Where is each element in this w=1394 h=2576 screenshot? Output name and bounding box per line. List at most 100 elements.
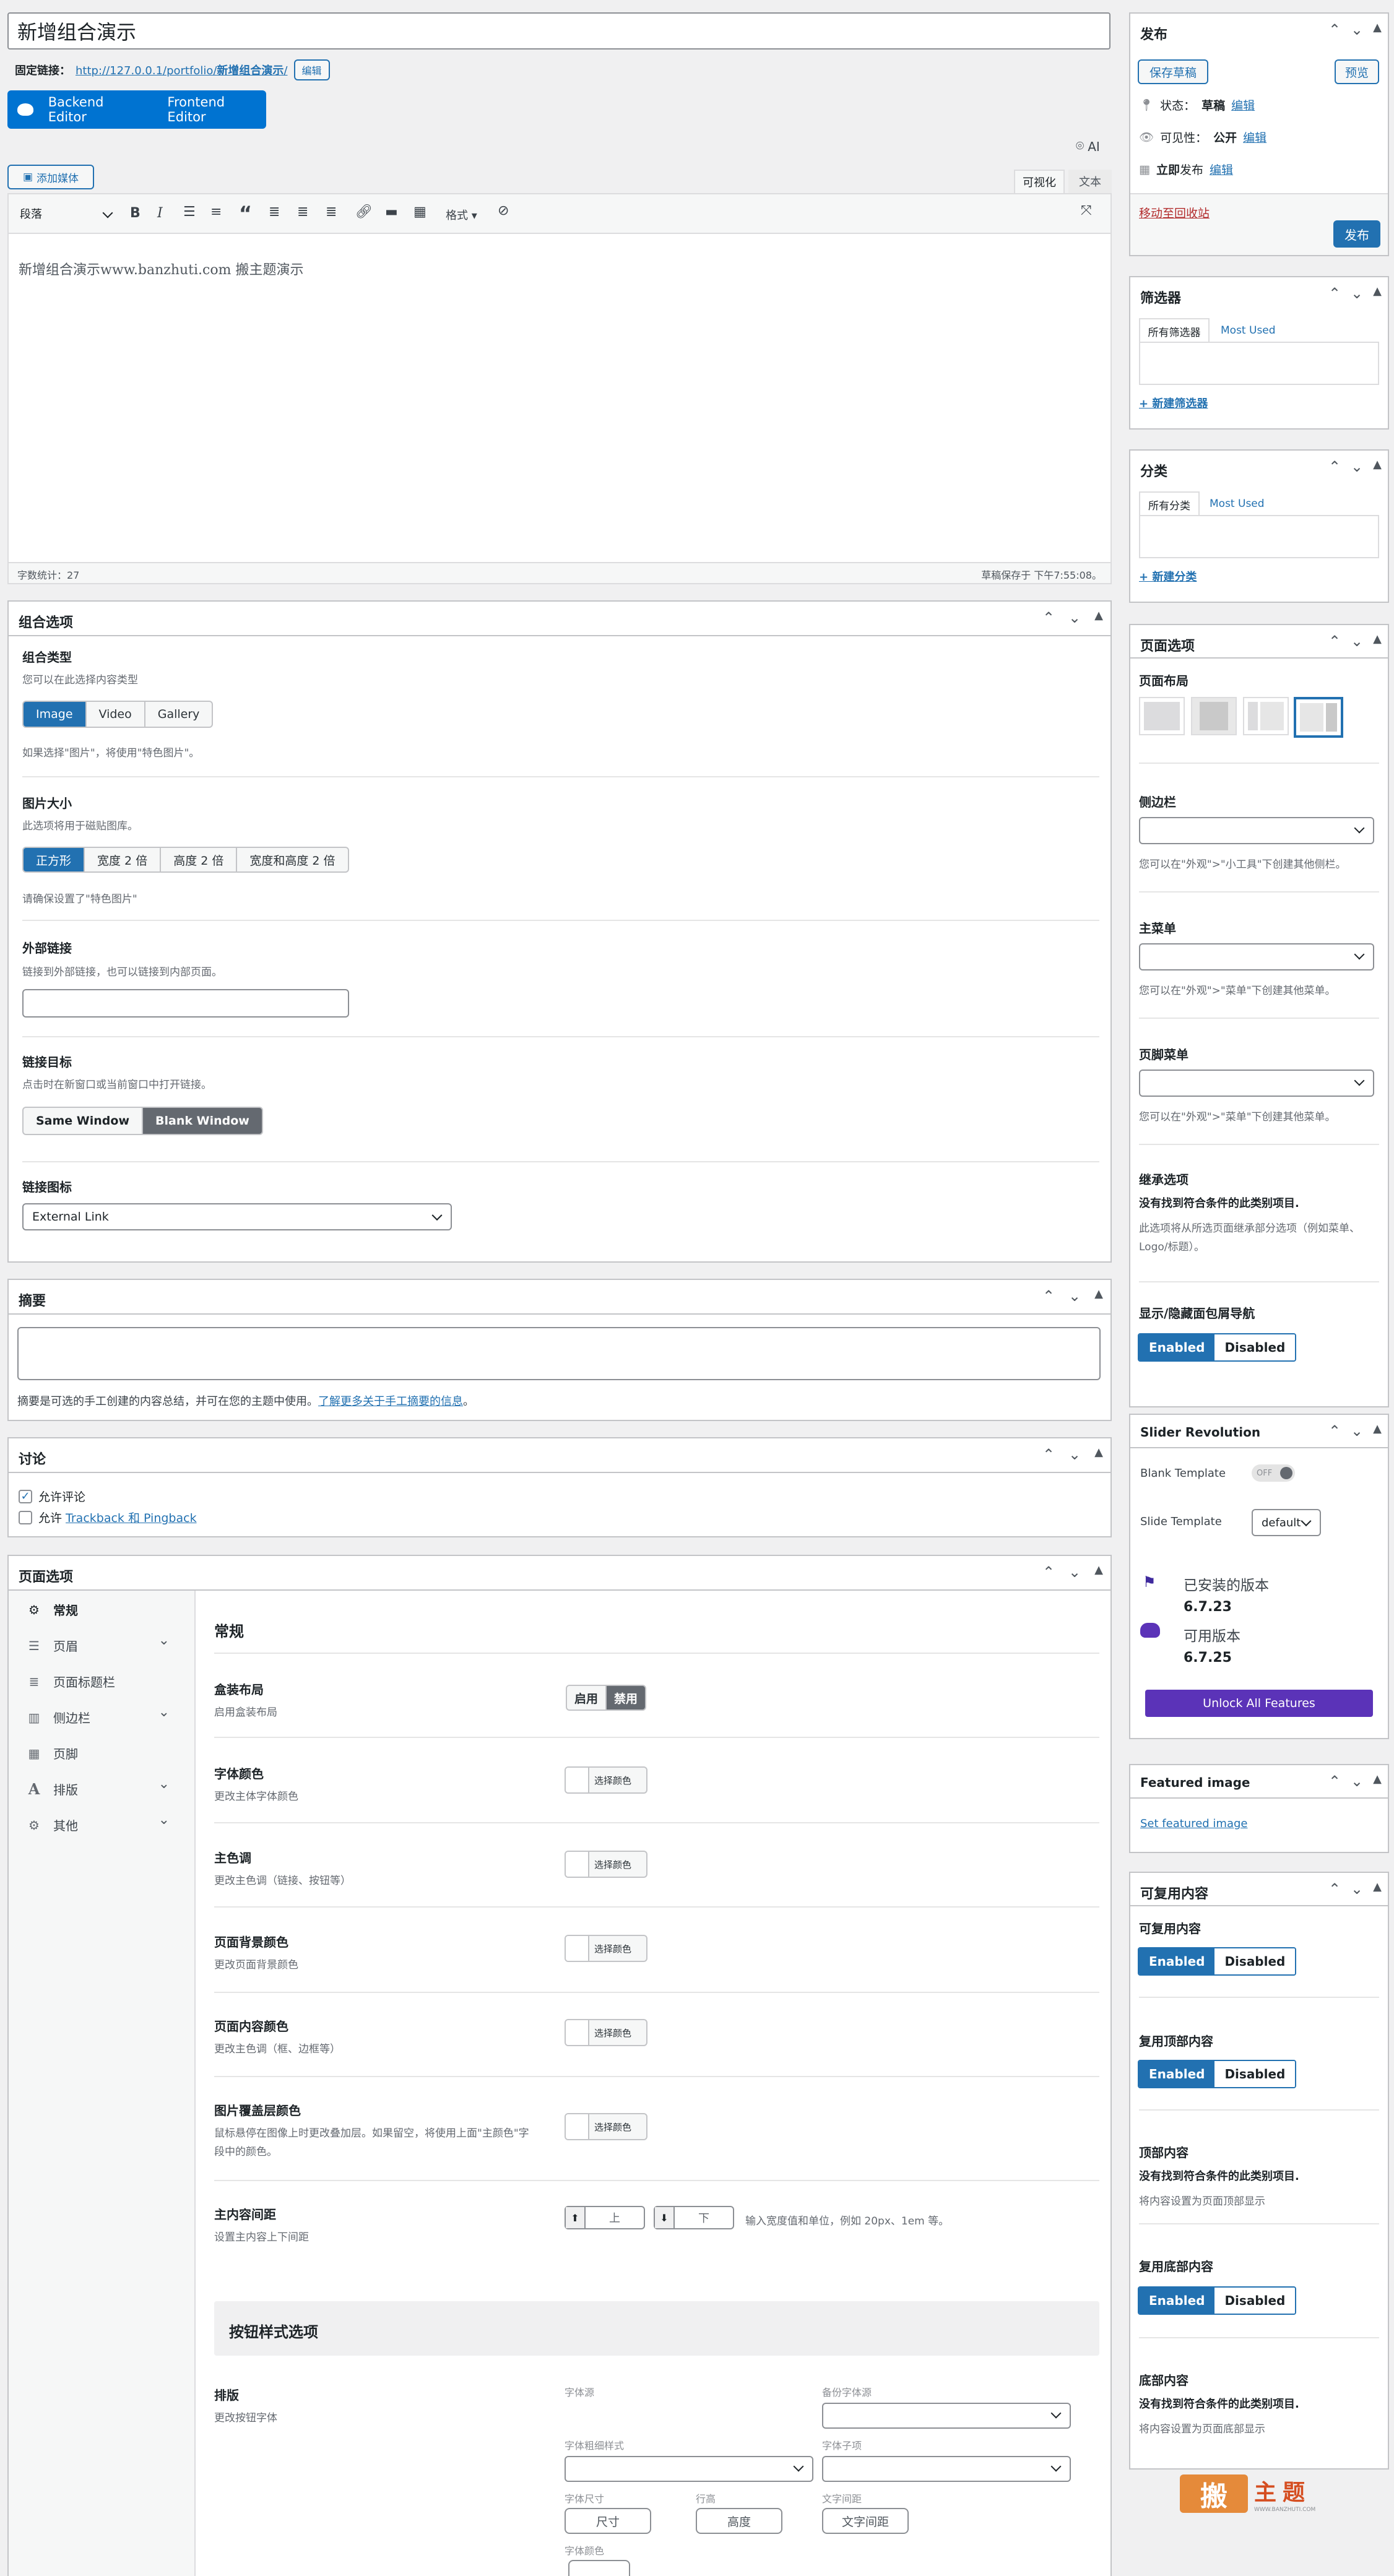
move-down-icon[interactable]: ⌄ (1351, 1880, 1363, 1898)
move-up-icon[interactable]: ⌃ (1328, 21, 1341, 38)
panel-controls[interactable]: ⌃ ⌄ ▲ (1328, 1880, 1382, 1898)
panel-controls[interactable]: ⌃ ⌄ ▲ (1042, 1563, 1103, 1581)
nav-item-0[interactable]: ⚙ 常规 (26, 1601, 188, 1619)
trash-link[interactable]: 移动至回收站 (1139, 204, 1210, 221)
nav-item-4[interactable]: ▦ 页脚 (26, 1744, 188, 1762)
collapse-icon[interactable]: ▲ (1373, 458, 1382, 475)
allow-comments-row[interactable]: ✓ 允许评论 (19, 1488, 85, 1505)
panel-controls[interactable]: ⌃ ⌄ ▲ (1042, 1287, 1103, 1305)
move-down-icon[interactable]: ⌄ (1351, 21, 1363, 38)
publish-button[interactable]: 发布 (1333, 220, 1380, 248)
panel-controls[interactable]: ⌃ ⌄ ▲ (1328, 1773, 1382, 1790)
panel-controls[interactable]: ⌃ ⌄ ▲ (1042, 1446, 1103, 1463)
size-square-button[interactable]: 正方形 (24, 848, 85, 871)
main-color-picker[interactable]: 选择颜色 (565, 1851, 647, 1878)
preview-button[interactable]: 预览 (1335, 59, 1379, 84)
allow-comments-checkbox[interactable]: ✓ (19, 1489, 32, 1503)
move-down-icon[interactable]: ⌄ (1351, 285, 1363, 302)
size-double-height-button[interactable]: 高度 2 倍 (161, 848, 238, 871)
panel-controls[interactable]: ⌃ ⌄ ▲ (1328, 21, 1382, 38)
move-up-icon[interactable]: ⌃ (1042, 1287, 1055, 1305)
tab-text[interactable]: 文本 (1068, 170, 1112, 193)
save-draft-button[interactable]: 保存草稿 (1138, 59, 1208, 84)
excerpt-textarea[interactable] (17, 1327, 1101, 1380)
permalink-url[interactable]: http://127.0.0.1/portfolio/新增组合演示/ (76, 62, 288, 78)
move-up-icon[interactable]: ⌃ (1328, 1773, 1341, 1790)
blank-window-button[interactable]: Blank Window (143, 1108, 262, 1134)
add-media-button[interactable]: ▣ 添加媒体 (7, 165, 94, 189)
typo-color-input[interactable] (568, 2560, 630, 2576)
nav-item-1[interactable]: ☰ 页眉 ⌄ (26, 1633, 188, 1654)
move-down-icon[interactable]: ⌄ (1068, 1287, 1081, 1305)
move-down-icon[interactable]: ⌄ (1351, 458, 1363, 475)
layout-boxed[interactable] (1191, 697, 1237, 735)
font-color-picker[interactable]: 选择颜色 (565, 1766, 647, 1794)
sidebar-select[interactable] (1139, 817, 1374, 844)
font-size-input[interactable]: 尺寸 (565, 2508, 651, 2534)
letter-spacing-input[interactable]: 文字间距 (822, 2508, 909, 2534)
link-icon[interactable]: 🔗︎ (355, 204, 373, 220)
main-menu-select[interactable] (1139, 943, 1374, 970)
reuse-top-disabled-button[interactable]: Disabled (1214, 2061, 1296, 2087)
move-down-icon[interactable]: ⌄ (1068, 609, 1081, 626)
collapse-icon[interactable]: ▲ (1373, 285, 1382, 302)
reusable-disabled-button[interactable]: Disabled (1214, 1948, 1296, 1974)
move-up-icon[interactable]: ⌃ (1328, 1422, 1341, 1440)
reuse-top-enabled-button[interactable]: Enabled (1139, 2061, 1215, 2087)
layout-right-sidebar[interactable] (1294, 697, 1343, 738)
spacing-top-input[interactable]: ⬆ 上 (565, 2206, 645, 2229)
tab-visual[interactable]: 可视化 (1014, 170, 1065, 193)
title-input[interactable]: 新增组合演示 (7, 12, 1110, 50)
font-weight-select[interactable] (565, 2456, 813, 2482)
layout-full-width[interactable] (1139, 697, 1185, 735)
move-up-icon[interactable]: ⌃ (1328, 633, 1341, 650)
panel-controls[interactable]: ⌃ ⌄ ▲ (1328, 633, 1382, 650)
move-up-icon[interactable]: ⌃ (1042, 1446, 1055, 1463)
format-select[interactable]: 段落 (16, 205, 121, 224)
filters-tab-used[interactable]: Most Used (1221, 324, 1276, 337)
excerpt-help-link[interactable]: 了解更多关于手工摘要的信息 (318, 1395, 463, 1408)
blockquote-icon[interactable]: “ (239, 202, 252, 225)
align-left-icon[interactable]: ≣ (269, 204, 280, 220)
move-up-icon[interactable]: ⌃ (1328, 458, 1341, 475)
panel-controls[interactable]: ⌃ ⌄ ▲ (1328, 458, 1382, 475)
collapse-icon[interactable]: ▲ (1373, 1880, 1382, 1898)
reuse-bottom-disabled-button[interactable]: Disabled (1214, 2288, 1296, 2314)
nav-item-2[interactable]: ≣ 页面标题栏 (26, 1672, 188, 1690)
footer-menu-select[interactable] (1139, 1070, 1374, 1097)
collapse-icon[interactable]: ▲ (1373, 1422, 1382, 1440)
panel-controls[interactable]: ⌃ ⌄ ▲ (1042, 609, 1103, 626)
move-down-icon[interactable]: ⌄ (1351, 633, 1363, 650)
visibility-edit-link[interactable]: 编辑 (1243, 129, 1266, 145)
link-icon-select[interactable]: External Link (22, 1203, 452, 1230)
read-more-icon[interactable]: ▬ (385, 204, 398, 220)
breadcrumb-enabled-button[interactable]: Enabled (1139, 1334, 1215, 1360)
bg-color-picker[interactable]: 选择颜色 (565, 1935, 647, 1962)
nav-item-6[interactable]: ⚙ 其他 ⌄ (26, 1812, 188, 1834)
numbered-list-icon[interactable]: ≡ (210, 204, 222, 220)
allow-pings-checkbox[interactable] (19, 1510, 32, 1524)
collapse-icon[interactable]: ▲ (1094, 1563, 1103, 1581)
move-down-icon[interactable]: ⌄ (1351, 1422, 1363, 1440)
align-center-icon[interactable]: ≣ (297, 204, 308, 220)
size-double-both-button[interactable]: 宽度和高度 2 倍 (237, 848, 347, 871)
move-up-icon[interactable]: ⌃ (1042, 609, 1055, 626)
collapse-icon[interactable]: ▲ (1373, 1773, 1382, 1790)
boxed-on-button[interactable]: 启用 (567, 1686, 607, 1709)
size-double-width-button[interactable]: 宽度 2 倍 (85, 848, 162, 871)
boxed-off-button[interactable]: 禁用 (607, 1686, 646, 1709)
same-window-button[interactable]: Same Window (24, 1108, 144, 1134)
editor-content[interactable]: 新增组合演示www.banzhuti.com 搬主题演示 (19, 259, 303, 279)
categories-tab-used[interactable]: Most Used (1210, 498, 1265, 510)
schedule-edit-link[interactable]: 编辑 (1210, 161, 1233, 178)
move-down-icon[interactable]: ⌄ (1068, 1446, 1081, 1463)
collapse-icon[interactable]: ▲ (1373, 21, 1382, 38)
ai-button[interactable]: ⌾ AI (1076, 139, 1100, 154)
type-gallery-button[interactable]: Gallery (145, 702, 212, 727)
external-link-input[interactable] (22, 989, 349, 1018)
panel-controls[interactable]: ⌃ ⌄ ▲ (1328, 1422, 1382, 1440)
move-down-icon[interactable]: ⌄ (1068, 1563, 1081, 1581)
align-right-icon[interactable]: ≣ (326, 204, 337, 220)
backup-font-select[interactable] (822, 2403, 1071, 2429)
collapse-icon[interactable]: ▲ (1094, 1446, 1103, 1463)
